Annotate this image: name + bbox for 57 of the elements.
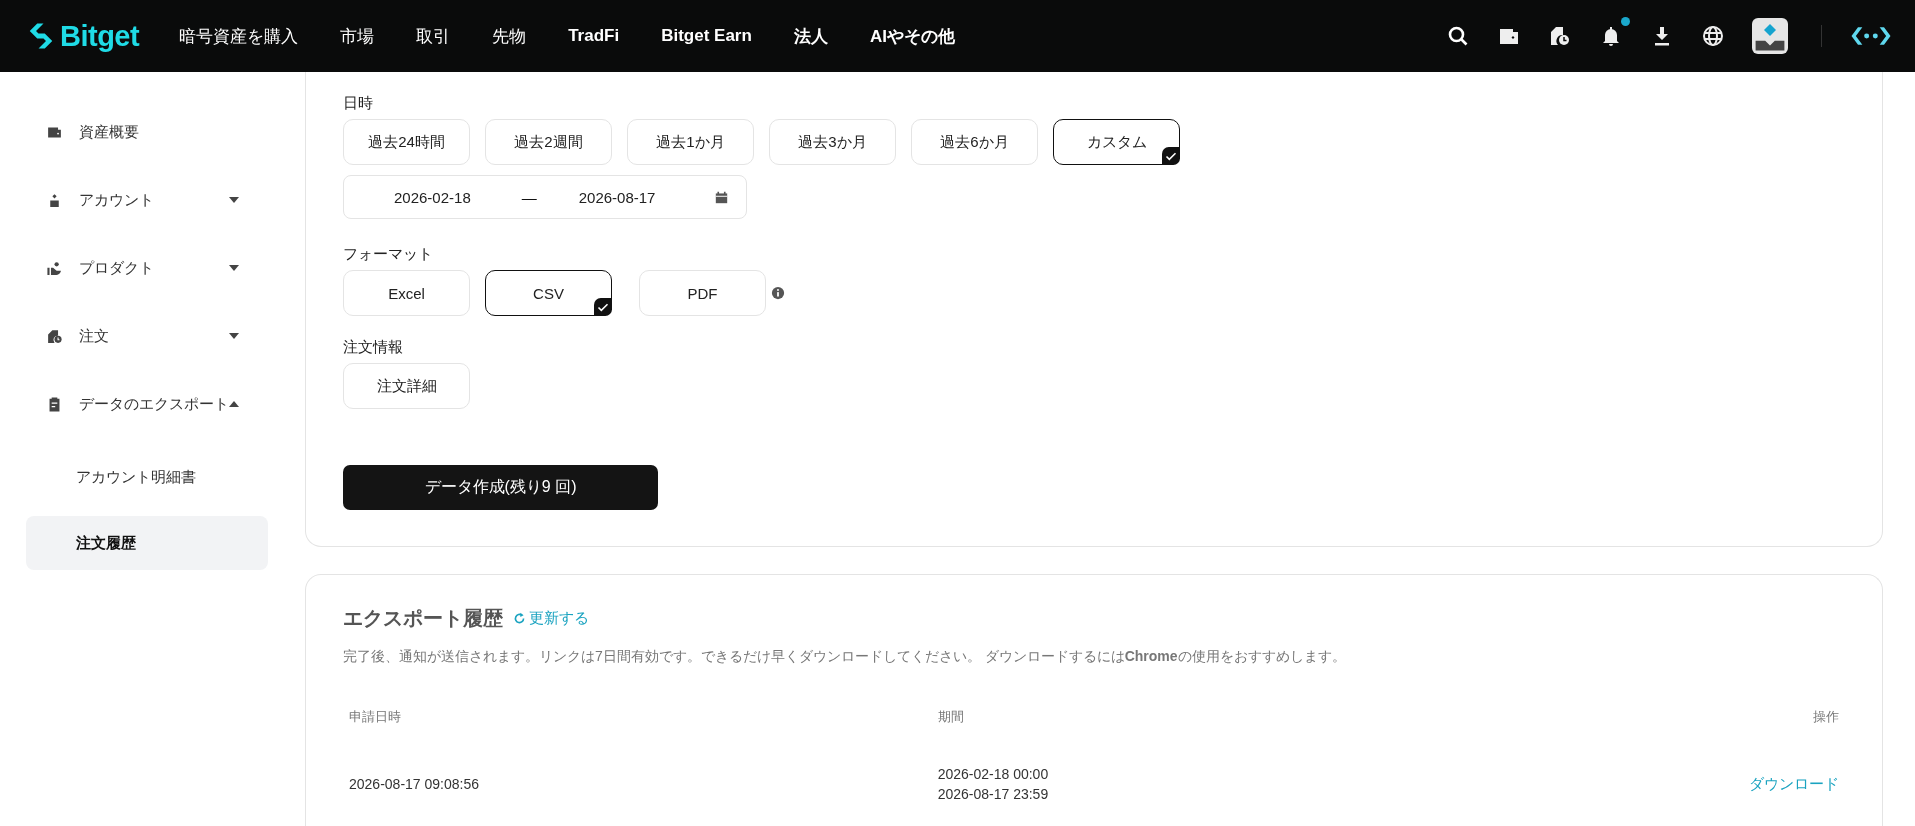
checkmark-icon — [1162, 147, 1180, 165]
start-date: 2026-02-18 — [394, 188, 471, 206]
generate-data-button[interactable]: データ作成(残り9 回) — [343, 465, 658, 510]
option-button[interactable]: カスタム — [1053, 119, 1180, 165]
sidebar-label: プロダクト — [79, 258, 154, 278]
nav-link[interactable]: TradFi — [568, 26, 620, 46]
sidebar-label: 資産概要 — [79, 122, 139, 142]
column-header: 申請日時 — [349, 708, 402, 726]
option-button[interactable]: Excel — [343, 270, 470, 316]
sidebar-item[interactable]: 注文 — [26, 302, 241, 370]
field-label: 注文情報 — [343, 338, 404, 357]
option-button[interactable]: CSV — [485, 270, 612, 316]
logo-wordmark[interactable]: Bitget — [60, 19, 140, 53]
table-cell-text: 2026-08-17 09:08:56 — [349, 776, 480, 792]
checkmark-icon — [594, 298, 612, 316]
date-range-field[interactable]: 2026-02-18 — 2026-08-17 — [343, 175, 747, 219]
sidebar-label: 注文 — [79, 326, 109, 346]
nav-link[interactable]: 取引 — [416, 24, 451, 48]
sidebar-label: アカウント — [79, 190, 154, 210]
sidebar-item[interactable]: アカウント — [26, 166, 241, 234]
option-button[interactable]: 過去24時間 — [343, 119, 470, 165]
option-button[interactable]: 過去2週間 — [485, 119, 612, 165]
info-text: 完了後、通知が送信されます。リンクは7日間有効です。できるだけ早くダウンロードしてください。 ダウンロードするにはChromeの使用をおすすめします。 — [343, 648, 1347, 666]
field-label: 日時 — [343, 94, 374, 113]
sidebar-item[interactable]: プロダクト — [26, 234, 241, 302]
field-label: フォーマット — [343, 245, 434, 264]
option-button[interactable]: 注文詳細 — [343, 363, 470, 409]
sidebar-subitem[interactable]: 注文履歴 — [26, 516, 268, 570]
globe-icon[interactable] — [1701, 24, 1725, 48]
sidebar-item[interactable]: 資産概要 — [26, 98, 241, 166]
nav-link[interactable]: 法人 — [793, 24, 828, 48]
nav-link[interactable]: 暗号資産を購入 — [179, 24, 299, 48]
table-cell-text: 2026-02-18 00:00 — [937, 766, 1050, 782]
avatar-icon[interactable] — [1752, 18, 1788, 54]
column-header: 操作 — [1812, 708, 1839, 726]
hand-coin-icon — [46, 259, 63, 277]
option-button[interactable]: PDF — [639, 270, 766, 316]
sidebar-subitem[interactable]: アカウント明細書 — [26, 450, 268, 504]
option-button[interactable]: 過去1か月 — [627, 119, 754, 165]
nav-link[interactable]: Bitget Earn — [661, 26, 752, 46]
clock-document-icon — [46, 327, 63, 345]
nav-link[interactable]: 市場 — [340, 24, 375, 48]
sidebar-label: データのエクスポート — [79, 394, 229, 414]
range-separator: — — [521, 188, 537, 206]
end-date: 2026-08-17 — [578, 188, 656, 206]
column-header: 期間 — [937, 708, 965, 726]
search-icon[interactable] — [1446, 24, 1470, 48]
nav-link[interactable]: 先物 — [492, 24, 527, 48]
refresh-icon — [513, 612, 526, 625]
sidebar-item[interactable]: データのエクスポート — [26, 370, 241, 438]
clock-document-icon[interactable] — [1548, 24, 1572, 48]
calendar-icon — [715, 190, 728, 204]
nav-link[interactable]: AIやその他 — [869, 24, 955, 48]
section-title: エクスポート履歴 — [343, 606, 503, 631]
option-button[interactable]: 過去3か月 — [769, 119, 896, 165]
option-button[interactable]: 過去6か月 — [911, 119, 1038, 165]
table-cell-text: 2026-08-17 23:59 — [937, 786, 1050, 802]
